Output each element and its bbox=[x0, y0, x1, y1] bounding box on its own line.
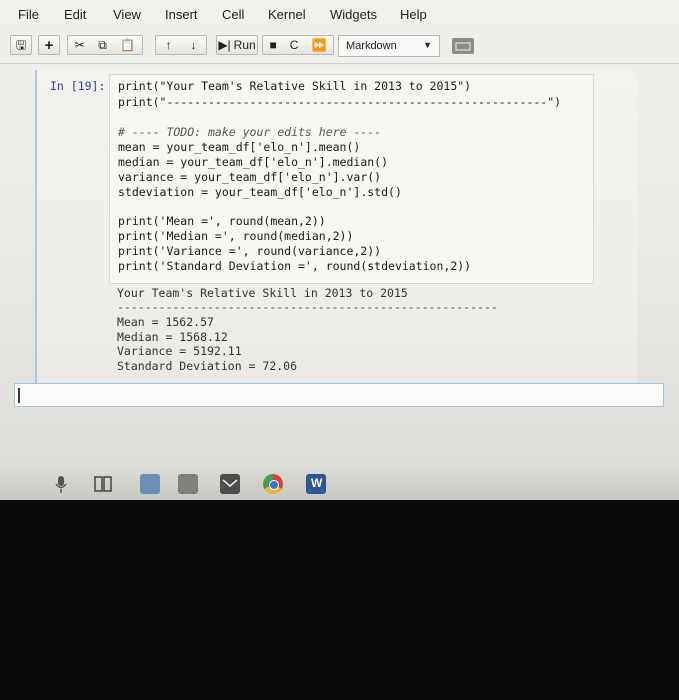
chevron-down-icon: ▼ bbox=[423, 40, 432, 50]
microphone-icon[interactable] bbox=[54, 474, 68, 494]
code-line: print('Median =', round(median,2)) bbox=[118, 229, 354, 243]
mail-icon[interactable] bbox=[220, 474, 240, 494]
code-line: mean = your_team_df['elo_n'].mean() bbox=[118, 140, 361, 154]
output-line: Mean = 1562.57 bbox=[117, 315, 214, 329]
stop-icon[interactable]: ■ bbox=[270, 39, 277, 51]
output-line: ----------------------------------------… bbox=[117, 300, 498, 314]
output-line: Standard Deviation = 72.06 bbox=[117, 359, 298, 373]
code-line: print("---------------------------------… bbox=[118, 95, 562, 109]
code-comment-line: # ---- TODO: make your edits here ---- bbox=[118, 125, 382, 139]
move-down-icon[interactable]: ↓ bbox=[191, 39, 197, 51]
code-line: stdeviation = your_team_df['elo_n'].std(… bbox=[118, 185, 402, 199]
copy-icon[interactable]: ⧉ bbox=[98, 39, 107, 51]
menu-view[interactable]: View bbox=[113, 7, 141, 22]
jupyter-notebook-screen: File Edit View Insert Cell Kernel Widget… bbox=[0, 0, 679, 500]
run-button[interactable]: ▶| Run bbox=[216, 35, 258, 55]
run-label: Run bbox=[233, 38, 256, 52]
menu-insert[interactable]: Insert bbox=[165, 7, 198, 22]
code-line: print('Standard Deviation =', round(stde… bbox=[118, 259, 472, 273]
cut-icon[interactable]: ✂ bbox=[75, 39, 85, 51]
output-line: Variance = 5192.11 bbox=[117, 344, 242, 358]
word-icon[interactable]: W bbox=[306, 474, 326, 494]
menu-edit[interactable]: Edit bbox=[64, 7, 86, 22]
empty-code-cell[interactable] bbox=[14, 383, 664, 407]
toolbar-divider bbox=[0, 63, 679, 64]
plus-icon: + bbox=[44, 36, 54, 54]
code-line: median = your_team_df['elo_n'].median() bbox=[118, 155, 389, 169]
code-line: print('Mean =', round(mean,2)) bbox=[118, 214, 326, 228]
fast-forward-icon[interactable]: ⏩ bbox=[312, 39, 327, 51]
text-cursor bbox=[18, 388, 20, 403]
taskbar: W bbox=[0, 466, 679, 500]
menubar: File Edit View Insert Cell Kernel Widget… bbox=[0, 0, 679, 30]
cut-copy-paste-group: ✂ ⧉ 📋 bbox=[67, 35, 143, 55]
run-icon: ▶| bbox=[218, 38, 231, 52]
kernel-control-group: ■ C ⏩ bbox=[262, 35, 334, 55]
chrome-center-icon bbox=[269, 480, 279, 490]
save-icon: 🖫 bbox=[15, 38, 27, 52]
menu-cell[interactable]: Cell bbox=[222, 7, 244, 22]
file-explorer-icon[interactable] bbox=[140, 474, 160, 494]
chrome-icon[interactable] bbox=[263, 474, 283, 494]
code-editor[interactable]: print("Your Team's Relative Skill in 201… bbox=[109, 74, 594, 284]
input-prompt: In [19]: bbox=[50, 79, 106, 93]
cell-type-select[interactable]: Markdown ▼ bbox=[338, 35, 440, 57]
move-up-icon[interactable]: ↑ bbox=[166, 39, 172, 51]
keyboard-icon bbox=[455, 42, 471, 51]
output-line: Your Team's Relative Skill in 2013 to 20… bbox=[117, 286, 408, 300]
code-line: print('Variance =', round(variance,2)) bbox=[118, 244, 382, 258]
cell-output: Your Team's Relative Skill in 2013 to 20… bbox=[109, 282, 594, 382]
code-line: print("Your Team's Relative Skill in 201… bbox=[118, 79, 472, 93]
menu-file[interactable]: File bbox=[18, 7, 39, 22]
insert-cell-button[interactable]: + bbox=[38, 35, 60, 55]
cell-type-value: Markdown bbox=[346, 40, 397, 52]
keyboard-shortcuts-button[interactable] bbox=[452, 38, 474, 54]
move-cell-group: ↑ ↓ bbox=[155, 35, 207, 55]
task-view-icon[interactable] bbox=[93, 474, 113, 494]
code-line: variance = your_team_df['elo_n'].var() bbox=[118, 170, 382, 184]
restart-icon[interactable]: C bbox=[290, 39, 299, 51]
save-button[interactable]: 🖫 bbox=[10, 35, 32, 55]
paste-icon[interactable]: 📋 bbox=[120, 39, 135, 51]
menu-kernel[interactable]: Kernel bbox=[268, 7, 306, 22]
menu-widgets[interactable]: Widgets bbox=[330, 7, 377, 22]
output-line: Median = 1568.12 bbox=[117, 330, 228, 344]
menu-help[interactable]: Help bbox=[400, 7, 427, 22]
store-icon[interactable] bbox=[178, 474, 198, 494]
